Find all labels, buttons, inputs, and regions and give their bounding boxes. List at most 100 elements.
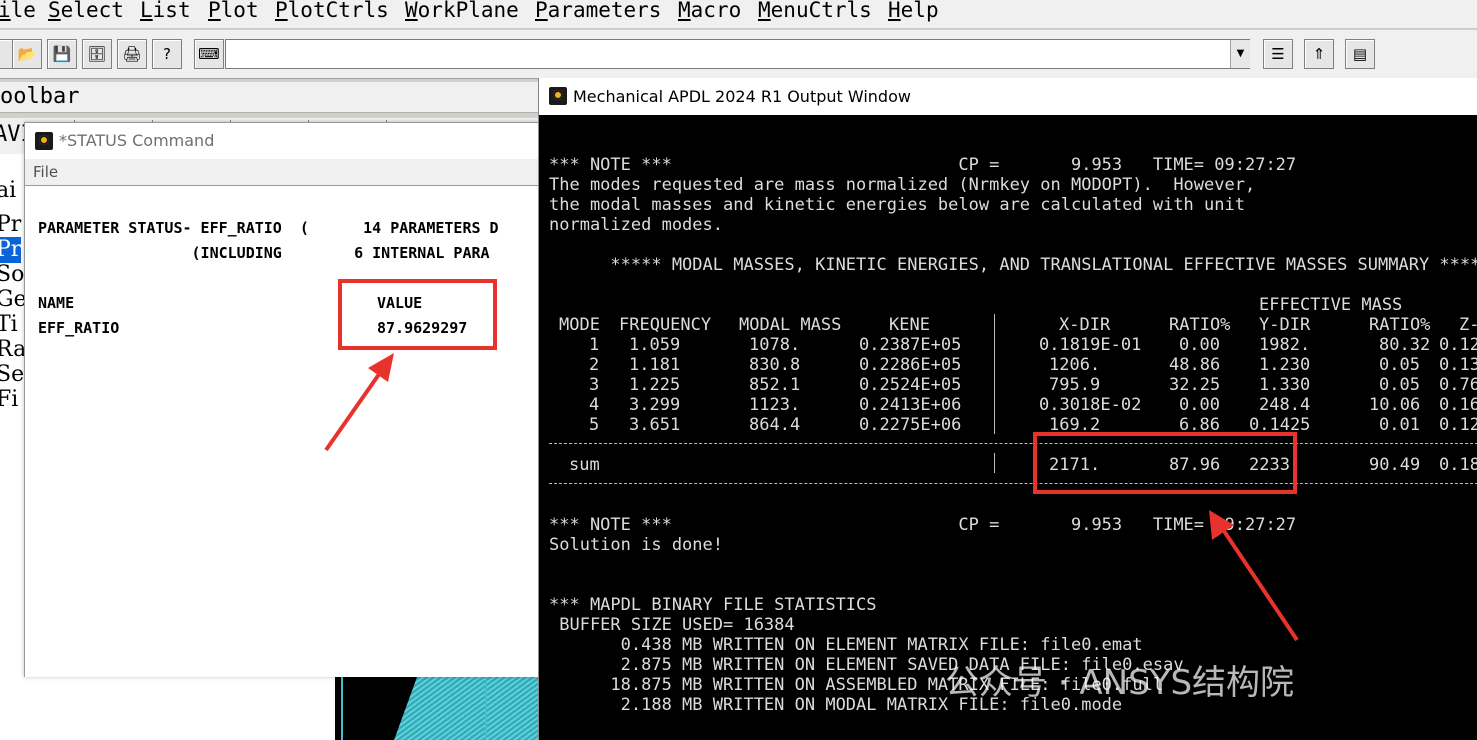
cell-y-dir: 248.4 bbox=[1259, 395, 1311, 415]
help-icon[interactable]: ? bbox=[152, 39, 182, 69]
keyboard-icon[interactable]: ⌨ bbox=[194, 39, 224, 69]
status-window-titlebar[interactable]: *STATUS Command bbox=[25, 123, 545, 159]
output-window-titlebar[interactable]: Mechanical APDL 2024 R1 Output Window bbox=[539, 78, 1477, 115]
cell-mode: 3 bbox=[589, 375, 600, 395]
menu-file[interactable]: ile bbox=[0, 0, 36, 22]
name-column-header: NAME bbox=[38, 294, 75, 312]
cell-kene: 0.2413E+06 bbox=[859, 395, 962, 415]
cell-y-ratio: 80.32 bbox=[1379, 335, 1431, 355]
status-menu-file[interactable]: File bbox=[33, 163, 58, 181]
output-window-title: Mechanical APDL 2024 R1 Output Window bbox=[573, 87, 911, 106]
highlight-box-param-value bbox=[338, 279, 497, 350]
tree-item-solution[interactable]: So bbox=[0, 262, 24, 288]
menu-list[interactable]: List bbox=[140, 0, 191, 22]
ansys-app-icon bbox=[549, 87, 567, 105]
tree-header: ai bbox=[0, 178, 17, 203]
tree-item-finish[interactable]: Fi bbox=[0, 387, 18, 413]
file-stat-line: 0.438 MB WRITTEN ON ELEMENT MATRIX FILE:… bbox=[549, 635, 1143, 655]
sum-z-dir: 0.18 bbox=[1439, 455, 1477, 475]
col-x-dir: X-DIR bbox=[1059, 315, 1111, 335]
menu-macro[interactable]: Macro bbox=[678, 0, 741, 22]
cell-x-dir: 0.1819E-01 bbox=[1039, 335, 1142, 355]
print-icon[interactable]: 🖨 bbox=[117, 39, 147, 69]
toolbar-label: oolbar bbox=[0, 82, 540, 113]
cell-modal-mass: 830.8 bbox=[749, 355, 801, 375]
graphics-viewport[interactable] bbox=[335, 675, 545, 740]
cell-x-dir: 1206. bbox=[1049, 355, 1101, 375]
cell-x-ratio: 0.00 bbox=[1179, 335, 1220, 355]
menu-plot[interactable]: Plot bbox=[208, 0, 259, 22]
cell-z-dir: 0.76 bbox=[1439, 375, 1477, 395]
cell-z-dir: 0.12 bbox=[1439, 415, 1477, 435]
output-text-area[interactable]: *** NOTE *** CP = 9.953 TIME= 09:27:27 T… bbox=[539, 115, 1477, 740]
menu-workplane[interactable]: WorkPlane bbox=[405, 0, 519, 22]
table-separator bbox=[549, 443, 1477, 444]
cell-x-dir: 795.9 bbox=[1049, 375, 1101, 395]
cell-modal-mass: 852.1 bbox=[749, 375, 801, 395]
col-y-dir: Y-DIR bbox=[1259, 315, 1311, 335]
tree-item-session-editor[interactable]: Se bbox=[0, 362, 24, 388]
cell-frequency: 3.299 bbox=[629, 395, 681, 415]
cell-mode: 4 bbox=[589, 395, 600, 415]
note-line: *** NOTE *** CP = 9.953 TIME= 09:27:27 bbox=[549, 155, 1297, 175]
resume-db-icon[interactable]: 🗄 bbox=[82, 39, 112, 69]
cell-mode: 1 bbox=[589, 335, 600, 355]
menu-plotctrls[interactable]: PlotCtrls bbox=[275, 0, 389, 22]
ansys-app-icon bbox=[35, 132, 53, 150]
cell-modal-mass: 864.4 bbox=[749, 415, 801, 435]
chevron-down-icon[interactable]: ▼ bbox=[1230, 40, 1250, 68]
cell-frequency: 1.225 bbox=[629, 375, 681, 395]
col-x-ratio: RATIO% bbox=[1169, 315, 1231, 335]
cell-y-ratio: 0.05 bbox=[1379, 355, 1420, 375]
tree-item-radiation-opt[interactable]: Ra bbox=[0, 337, 26, 363]
contact-manager-icon[interactable]: ▤ bbox=[1345, 39, 1375, 69]
tree-item-preprocessor[interactable]: Pr bbox=[0, 237, 22, 263]
save-icon[interactable]: 💾 bbox=[47, 39, 77, 69]
highlight-box-sum-values bbox=[1033, 432, 1297, 494]
cell-y-dir: 1.330 bbox=[1259, 375, 1311, 395]
standard-toolbar: 📂 💾 🗄 🖨 ? ⌨ ▼ ☰ ⇑ ▤ bbox=[0, 30, 1477, 79]
cell-y-ratio: 0.01 bbox=[1379, 415, 1420, 435]
cell-kene: 0.2275E+06 bbox=[859, 415, 962, 435]
cell-z-dir: 0.13 bbox=[1439, 355, 1477, 375]
tree-item-timehist-postpro[interactable]: Ti bbox=[0, 312, 18, 338]
mesh-edge bbox=[341, 675, 343, 740]
note-text: normalized modes. bbox=[549, 215, 723, 235]
cell-x-dir: 0.3018E-02 bbox=[1039, 395, 1142, 415]
raise-hidden-icon[interactable]: ☰ bbox=[1263, 39, 1293, 69]
buffer-size-line: BUFFER SIZE USED= 16384 bbox=[549, 615, 795, 635]
parameter-status-line: PARAMETER STATUS- EFF_RATIO ( 14 PARAMET… bbox=[38, 219, 499, 237]
cell-y-dir: 1.230 bbox=[1259, 355, 1311, 375]
mesh-edge bbox=[485, 675, 487, 740]
menu-parameters[interactable]: Parameters bbox=[535, 0, 661, 22]
reset-picking-icon[interactable]: ⇑ bbox=[1304, 39, 1334, 69]
column-divider bbox=[994, 314, 995, 434]
cell-frequency: 1.181 bbox=[629, 355, 681, 375]
cell-modal-mass: 1123. bbox=[749, 395, 801, 415]
tree-item-general-postproc[interactable]: Ge bbox=[0, 287, 27, 313]
open-folder-icon[interactable]: 📂 bbox=[12, 39, 42, 69]
note-text: The modes requested are mass normalized … bbox=[549, 175, 1256, 195]
menu-menuctrls[interactable]: MenuCtrls bbox=[758, 0, 872, 22]
status-command-window: *STATUS Command File PARAMETER STATUS- E… bbox=[24, 122, 546, 677]
cell-mode: 5 bbox=[589, 415, 600, 435]
col-frequency: FREQUENCY bbox=[619, 315, 712, 335]
col-z-dir: Z- bbox=[1459, 315, 1477, 335]
tree-item-preferences[interactable]: Pr bbox=[0, 212, 21, 238]
file-stats-header: *** MAPDL BINARY FILE STATISTICS bbox=[549, 595, 877, 615]
cell-z-dir: 0.16 bbox=[1439, 395, 1477, 415]
status-window-body: PARAMETER STATUS- EFF_RATIO ( 14 PARAMET… bbox=[25, 185, 545, 677]
col-mode: MODE bbox=[559, 315, 600, 335]
cell-mode: 2 bbox=[589, 355, 600, 375]
menu-select[interactable]: Select bbox=[48, 0, 124, 22]
cell-y-ratio: 10.06 bbox=[1369, 395, 1421, 415]
sum-y-ratio: 90.49 bbox=[1369, 455, 1421, 475]
menu-help[interactable]: Help bbox=[888, 0, 939, 22]
cell-frequency: 1.059 bbox=[629, 335, 681, 355]
command-input[interactable] bbox=[225, 39, 1250, 69]
cell-modal-mass: 1078. bbox=[749, 335, 801, 355]
status-window-menubar: File bbox=[25, 159, 545, 185]
parameter-name: EFF_RATIO bbox=[38, 319, 120, 337]
note-text: the modal masses and kinetic energies be… bbox=[549, 195, 1245, 215]
cell-y-ratio: 0.05 bbox=[1379, 375, 1420, 395]
